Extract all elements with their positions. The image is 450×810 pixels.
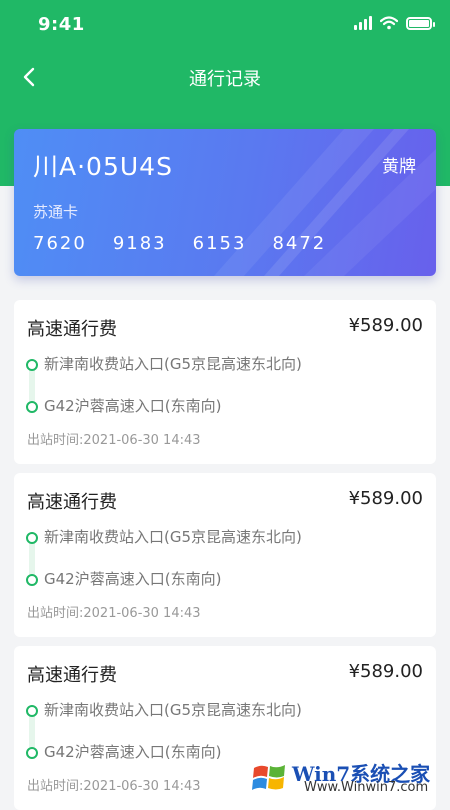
record-amount: ¥589.00 bbox=[348, 661, 423, 682]
exit-time: 出站时间:2021-06-30 14:43 bbox=[27, 779, 201, 794]
exit-time: 出站时间:2021-06-30 14:43 bbox=[27, 433, 201, 448]
circle-dot-icon bbox=[26, 747, 38, 759]
wifi-icon bbox=[380, 16, 398, 30]
exit-location: G42沪蓉高速入口(东南向) bbox=[44, 743, 222, 761]
watermark: Win7系统之家 Www.Winwin7.com bbox=[250, 758, 446, 798]
card-number: 7620 9183 6153 8472 bbox=[33, 233, 326, 254]
signal-icon bbox=[354, 16, 372, 30]
record-title: 高速通行费 bbox=[27, 665, 117, 686]
battery-icon bbox=[406, 16, 435, 30]
circle-dot-icon bbox=[26, 574, 38, 586]
exit-time: 出站时间:2021-06-30 14:43 bbox=[27, 606, 201, 621]
windows-logo-icon bbox=[252, 765, 285, 790]
plate-number: 川A·05U4S bbox=[33, 152, 173, 181]
record-amount: ¥589.00 bbox=[348, 315, 423, 336]
entry-location: 新津南收费站入口(G5京昆高速东北向) bbox=[44, 355, 302, 373]
card-number-group: 7620 bbox=[33, 233, 87, 254]
card-name: 苏通卡 bbox=[33, 203, 79, 221]
circle-dot-icon bbox=[26, 705, 38, 717]
nav-bar: 通行记录 bbox=[0, 52, 450, 102]
record-title: 高速通行费 bbox=[27, 319, 117, 340]
record-amount: ¥589.00 bbox=[348, 488, 423, 509]
circle-dot-icon bbox=[26, 401, 38, 413]
card-number-group: 6153 bbox=[192, 233, 247, 254]
etc-card[interactable]: 川A·05U4S 黄牌 苏通卡 7620 9183 6153 8472 bbox=[14, 129, 436, 276]
card-number-group: 9183 bbox=[112, 233, 167, 254]
record-title: 高速通行费 bbox=[27, 492, 117, 513]
record-item[interactable]: 高速通行费 ¥589.00 新津南收费站入口(G5京昆高速东北向) G42沪蓉高… bbox=[14, 300, 436, 464]
status-bar: 9:41 bbox=[0, 0, 450, 52]
entry-location: 新津南收费站入口(G5京昆高速东北向) bbox=[44, 701, 302, 719]
circle-dot-icon bbox=[26, 359, 38, 371]
status-time: 9:41 bbox=[38, 14, 85, 35]
watermark-url: Www.Winwin7.com bbox=[304, 780, 429, 795]
circle-dot-icon bbox=[26, 532, 38, 544]
record-item[interactable]: 高速通行费 ¥589.00 新津南收费站入口(G5京昆高速东北向) G42沪蓉高… bbox=[14, 473, 436, 637]
status-icons bbox=[354, 16, 435, 30]
entry-location: 新津南收费站入口(G5京昆高速东北向) bbox=[44, 528, 302, 546]
exit-location: G42沪蓉高速入口(东南向) bbox=[44, 397, 222, 415]
exit-location: G42沪蓉高速入口(东南向) bbox=[44, 570, 222, 588]
plate-color: 黄牌 bbox=[382, 157, 416, 177]
page-title: 通行记录 bbox=[189, 69, 261, 90]
card-number-group: 8472 bbox=[272, 233, 327, 254]
